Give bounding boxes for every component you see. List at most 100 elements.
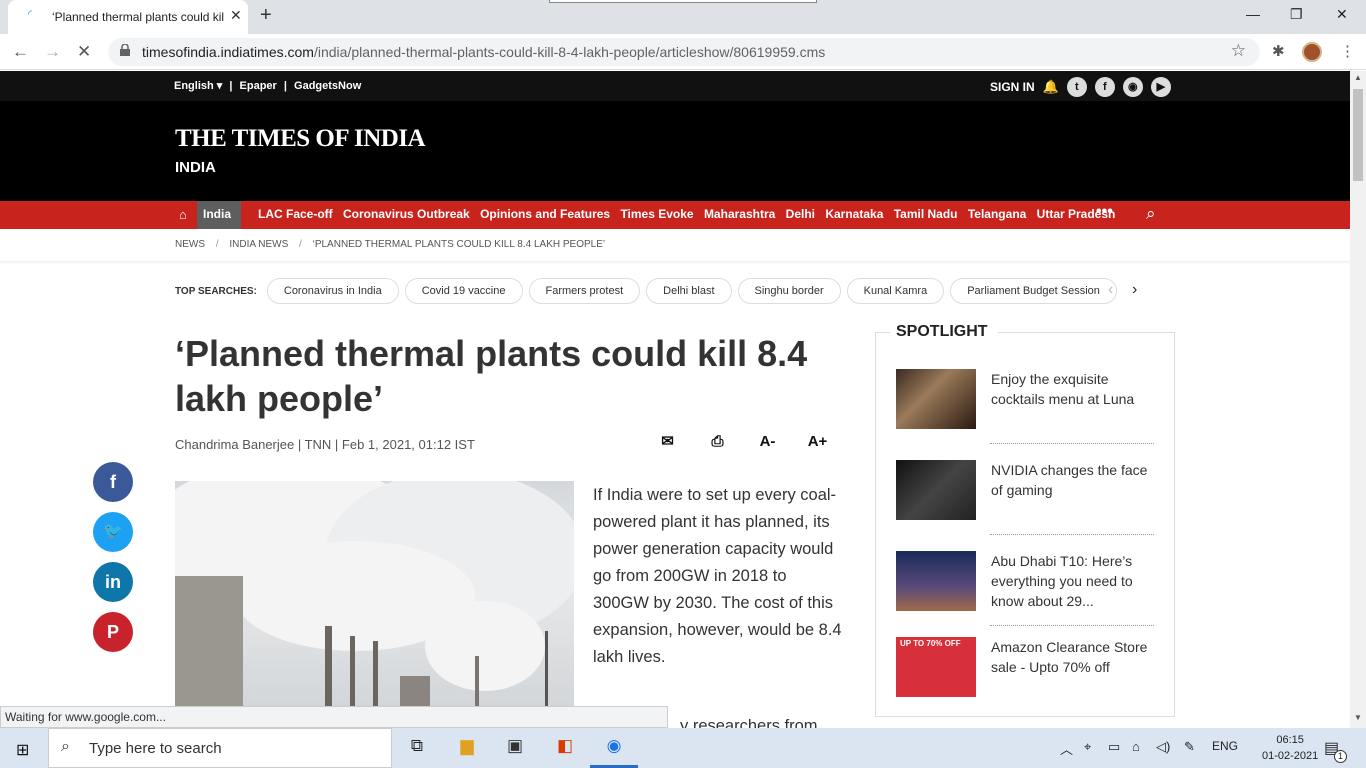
twitter-share-icon[interactable]: 🐦	[93, 512, 133, 552]
main-navigation: ⌂ India LAC Face-off Coronavirus Outbrea…	[0, 201, 1350, 229]
nav-item[interactable]: Karnataka	[825, 207, 883, 221]
windows-taskbar: ⊞ ⌕ Type here to search ⧉ ▆ ▣ ◧ ◉ ︿ ⌖ ▭ …	[0, 728, 1366, 768]
file-explorer-icon[interactable]: ▆	[455, 736, 479, 760]
utility-right: SIGN IN 🔔 t f ◉ ▶	[990, 77, 1171, 97]
close-tab-icon[interactable]: ✕	[230, 7, 242, 24]
article-paragraph: y researchers from	[680, 717, 818, 728]
search-chip[interactable]: Singhu border	[737, 278, 841, 304]
browser-menu-icon[interactable]: ⋮	[1340, 42, 1355, 60]
facebook-icon[interactable]: f	[1094, 77, 1115, 97]
search-chip[interactable]: Kunal Kamra	[846, 278, 945, 304]
search-icon[interactable]: ⌕	[1146, 204, 1156, 224]
nav-item[interactable]: Maharashtra	[704, 207, 775, 221]
search-chip[interactable]: Covid 19 vaccine	[404, 278, 523, 304]
search-chip[interactable]: Farmers protest	[528, 278, 641, 304]
spotlight-thumbnail	[896, 369, 976, 429]
extensions-puzzle-icon[interactable]: ✱	[1272, 42, 1285, 60]
nav-item-india[interactable]: India	[197, 201, 242, 229]
spotlight-item-text: Abu Dhabi T10: Here’s everything you nee…	[991, 553, 1133, 609]
pen-icon[interactable]: ✎	[1184, 739, 1195, 755]
font-decrease-button[interactable]: A-	[755, 433, 780, 450]
print-icon[interactable]: ⎙	[705, 433, 730, 450]
page-scrollbar[interactable]: ▲ ▼	[1350, 71, 1366, 728]
volume-icon[interactable]: ◁)	[1156, 739, 1170, 755]
facebook-share-icon[interactable]: f	[93, 462, 133, 502]
address-bar[interactable]: timesofindia.indiatimes.com/india/planne…	[108, 38, 1260, 66]
task-view-icon[interactable]: ⧉	[405, 736, 429, 760]
spotlight-title: SPOTLIGHT	[890, 323, 998, 341]
divider	[990, 534, 1154, 535]
search-chip[interactable]: Coronavirus in India	[266, 278, 399, 304]
office-icon[interactable]: ◧	[553, 736, 577, 760]
nav-item[interactable]: Telangana	[968, 207, 1026, 221]
site-logo[interactable]: THE TIMES OF INDIA	[175, 125, 426, 153]
taskbar-search-box[interactable]: ⌕ Type here to search	[48, 728, 392, 768]
language-indicator[interactable]: ENG	[1212, 739, 1238, 753]
nav-item[interactable]: Tamil Nadu	[894, 207, 958, 221]
top-searches: TOP SEARCHES: Coronavirus in India Covid…	[175, 277, 1123, 305]
show-hidden-icons-icon[interactable]: ︿	[1060, 739, 1073, 758]
epaper-link[interactable]: Epaper	[240, 80, 277, 92]
nav-item[interactable]: LAC Face-off	[258, 207, 333, 221]
rss-icon[interactable]: ◉	[1122, 77, 1143, 97]
divider	[990, 443, 1154, 444]
system-clock[interactable]: 06:15 01-02-2021	[1262, 732, 1318, 764]
bookmark-star-icon[interactable]: ☆	[1231, 41, 1246, 61]
scroll-up-icon[interactable]: ▲	[1354, 73, 1362, 82]
pinterest-share-icon[interactable]: P	[93, 612, 133, 652]
search-chip[interactable]: Delhi blast	[646, 278, 732, 304]
thumbnail-text: UP TO 70% OFF	[900, 639, 961, 648]
back-arrow-icon[interactable]: ←	[12, 42, 29, 62]
pinterest-share-label: P	[106, 622, 119, 642]
windows-start-icon[interactable]: ⊞	[16, 740, 29, 760]
breadcrumb-india-news[interactable]: INDIA NEWS	[229, 239, 288, 250]
close-window-icon[interactable]: ✕	[1336, 6, 1348, 23]
article-image[interactable]	[175, 481, 574, 728]
chevron-left-icon[interactable]: ‹	[1108, 281, 1113, 299]
taskbar-search-placeholder: Type here to search	[89, 740, 222, 757]
scroll-down-icon[interactable]: ▼	[1354, 713, 1362, 722]
spotlight-item-text: Enjoy the exquisite cocktails menu at Lu…	[991, 371, 1135, 407]
store-icon[interactable]: ▣	[503, 736, 527, 760]
scrollbar-thumb[interactable]	[1353, 89, 1363, 181]
smoke-cloud	[425, 601, 545, 691]
font-increase-button[interactable]: A+	[805, 433, 830, 450]
spotlight-item-text: Amazon Clearance Store sale - Upto 70% o…	[991, 639, 1148, 675]
search-chip[interactable]: Parliament Budget Session	[950, 278, 1117, 304]
nav-more-button[interactable]: •••	[1096, 203, 1113, 221]
spotlight-item-text: NVIDIA changes the face of gaming	[991, 462, 1148, 498]
divider	[990, 625, 1154, 626]
maximize-icon[interactable]: ❐	[1290, 6, 1303, 23]
nav-item[interactable]: Delhi	[786, 207, 815, 221]
sign-in-link[interactable]: SIGN IN	[990, 80, 1035, 94]
minimize-icon[interactable]: —	[1246, 6, 1260, 22]
notification-bell-icon[interactable]: 🔔	[1043, 79, 1059, 95]
spotlight-thumbnail	[896, 551, 976, 611]
new-tab-button[interactable]: +	[260, 4, 272, 27]
breadcrumb-news[interactable]: NEWS	[175, 239, 205, 250]
nav-item[interactable]: Coronavirus Outbreak	[343, 207, 470, 221]
meet-now-icon[interactable]: ⌖	[1084, 739, 1091, 755]
twitter-icon[interactable]: t	[1066, 77, 1087, 97]
url-text: timesofindia.indiatimes.com/india/planne…	[142, 44, 825, 60]
email-icon[interactable]: ✉	[655, 432, 680, 450]
profile-avatar[interactable]	[1302, 42, 1322, 62]
battery-icon[interactable]: ▭	[1108, 739, 1120, 755]
language-selector[interactable]: English ▾	[174, 80, 222, 92]
nav-item[interactable]: Opinions and Features	[480, 207, 610, 221]
window-edge	[549, 0, 817, 3]
chrome-icon[interactable]: ◉	[602, 736, 626, 760]
home-icon[interactable]: ⌂	[179, 207, 187, 222]
linkedin-share-label: in	[105, 572, 121, 592]
browser-tab[interactable]: ◜ ‘Planned thermal plants could kill 8.4…	[8, 0, 248, 34]
nav-item[interactable]: Times Evoke	[620, 207, 693, 221]
url-domain: timesofindia.indiatimes.com	[142, 44, 314, 60]
linkedin-share-icon[interactable]: in	[93, 562, 133, 602]
lock-icon	[120, 44, 130, 56]
network-icon[interactable]: ⌂	[1132, 739, 1140, 754]
chevron-right-icon[interactable]: ›	[1132, 281, 1137, 299]
youtube-icon[interactable]: ▶	[1150, 77, 1171, 97]
forward-arrow-icon[interactable]: →	[44, 42, 61, 62]
stop-loading-icon[interactable]: ✕	[77, 42, 91, 62]
gadgetsnow-link[interactable]: GadgetsNow	[294, 80, 361, 92]
